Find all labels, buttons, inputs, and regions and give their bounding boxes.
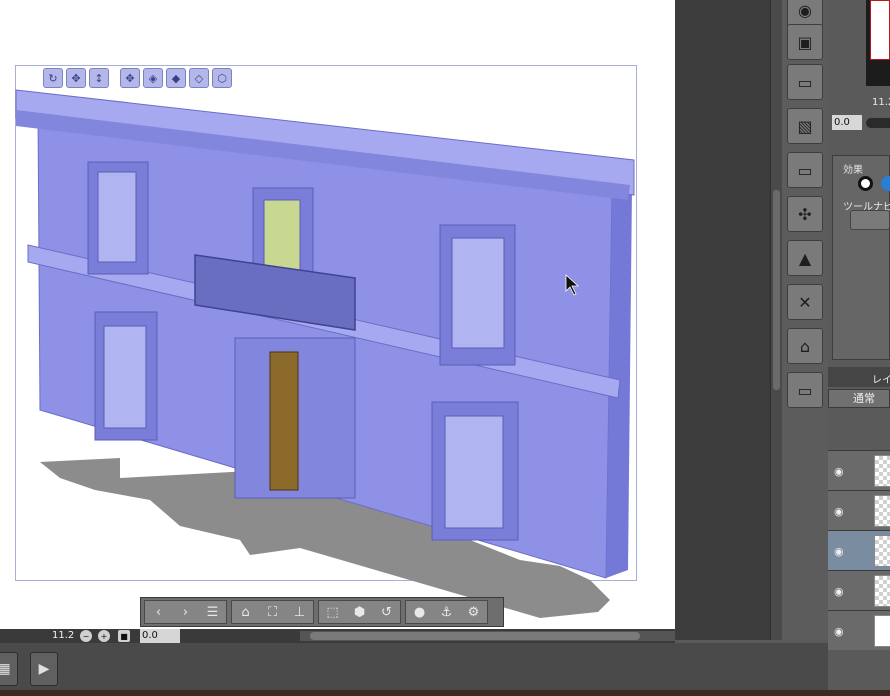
layer-panel-header: レイ (828, 367, 890, 387)
ground-icon[interactable]: ⊥ (286, 601, 313, 623)
zoom-in-icon[interactable]: + (98, 630, 110, 642)
scroll-thumb[interactable] (773, 190, 780, 390)
dolly-camera-icon[interactable]: ↕ (89, 68, 109, 88)
side-panel-gap (675, 0, 770, 640)
camera-icon[interactable]: ▶ (30, 652, 58, 686)
layer-thumbnail (874, 495, 890, 527)
fit-icon[interactable]: ⛶ (259, 601, 286, 623)
navigator-viewport[interactable] (870, 0, 890, 60)
scale-object-icon[interactable]: ⬡ (212, 68, 232, 88)
cube-icon[interactable]: ⬢ (346, 601, 373, 623)
navigator-angle-field[interactable]: 0.0 (832, 115, 862, 130)
launcher-group-camera: ⌂ ⛶ ⊥ (231, 600, 314, 624)
align-icon[interactable]: ⚙ (460, 601, 487, 623)
folder-icon[interactable]: ▭ (787, 152, 823, 188)
visibility-eye-icon[interactable]: ◉ (834, 465, 844, 478)
fit-screen-icon[interactable]: ■ (118, 630, 130, 642)
list-icon[interactable]: ☰ (199, 601, 226, 623)
folder-effect-icon[interactable]: ✣ (787, 196, 823, 232)
folder-icon[interactable]: ▭ (787, 372, 823, 408)
pan-camera-icon[interactable]: ✥ (66, 68, 86, 88)
layer-row-selected[interactable]: ◉ (828, 530, 890, 570)
visibility-eye-icon[interactable]: ◉ (834, 625, 844, 638)
move-object-icon[interactable]: ✥ (120, 68, 140, 88)
rotate-object-xy-icon[interactable]: ◆ (166, 68, 186, 88)
link-icon[interactable]: ⚓ (433, 601, 460, 623)
layer-row[interactable]: ◉ (828, 450, 890, 490)
camera-angle-icon[interactable]: ⌂ (232, 601, 259, 623)
effect-radio-on[interactable] (881, 176, 890, 191)
rotation-angle-field[interactable]: 0.0 (140, 629, 180, 643)
blend-mode-select[interactable]: 通常 (828, 389, 890, 408)
reset-icon[interactable]: ↺ (373, 601, 400, 623)
visibility-eye-icon[interactable]: ◉ (834, 585, 844, 598)
layer-tab-label[interactable]: レイ (872, 371, 890, 386)
zoom-value[interactable]: 11.2 (52, 629, 74, 643)
app-window: ↻ ✥ ↕ ✥ ◈ ◆ ◇ ⬡ ‹ › ☰ ⌂ ⛶ ⊥ ⬚ ⬢ ↺ ● ⚓ ⚙ (0, 0, 890, 696)
launcher-group-object: ⬚ ⬢ ↺ (318, 600, 401, 624)
visibility-eye-icon[interactable]: ◉ (834, 505, 844, 518)
material-tool-column: ◉ ▣ ▭ ▧ ▭ ✣ ▲ ✕ ⌂ ▭ (782, 0, 828, 640)
navigator-slider[interactable] (866, 118, 890, 128)
layer-thumbnail (874, 535, 890, 567)
layer-thumbnail (874, 455, 890, 487)
3d-building-model[interactable] (0, 0, 675, 632)
folder-icon[interactable]: ▭ (787, 64, 823, 100)
layer-row[interactable]: ◉ (828, 610, 890, 650)
entrance-door (269, 351, 299, 491)
folder-image-icon[interactable]: ▲ (787, 240, 823, 276)
image-icon[interactable]: ▣ (787, 24, 823, 60)
prev-icon[interactable]: ‹ (145, 601, 172, 623)
visibility-eye-icon[interactable]: ◉ (834, 545, 844, 558)
launcher-group-nav: ‹ › ☰ (144, 600, 227, 624)
layer-thumbnail (874, 575, 890, 607)
layer-row[interactable]: ◉ (828, 570, 890, 610)
frame-icon[interactable]: ▦ (0, 652, 18, 686)
effect-label: 効果 (843, 165, 863, 176)
layer-row[interactable]: ◉ (828, 490, 890, 530)
layer-thumbnail (874, 615, 890, 647)
navigator-zoom-value: 11.2 (872, 97, 890, 108)
object-launcher: ‹ › ☰ ⌂ ⛶ ⊥ ⬚ ⬢ ↺ ● ⚓ ⚙ (140, 597, 504, 627)
horizontal-scroll-thumb[interactable] (310, 632, 640, 640)
launcher-group-material: ● ⚓ ⚙ (405, 600, 488, 624)
canvas[interactable]: ↻ ✥ ↕ ✥ ◈ ◆ ◇ ⬡ (0, 0, 675, 632)
vertical-scrollbar[interactable] (770, 0, 782, 640)
next-icon[interactable]: › (172, 601, 199, 623)
rotate-camera-icon[interactable]: ↻ (43, 68, 63, 88)
rotate-object-icon[interactable]: ◈ (143, 68, 163, 88)
texture-icon[interactable]: ● (406, 601, 433, 623)
tool-navigator-button[interactable] (850, 210, 890, 230)
bottom-panel (0, 643, 828, 696)
effect-radio-off[interactable] (858, 176, 873, 191)
zoom-out-icon[interactable]: − (80, 630, 92, 642)
folder-lock-icon[interactable]: ⌂ (787, 328, 823, 364)
tool-property-panel: 効果 ツールナビゲ (832, 155, 890, 360)
folder-transform-icon[interactable]: ▧ (787, 108, 823, 144)
desktop-edge (0, 690, 890, 696)
rotate-object-z-icon[interactable]: ◇ (189, 68, 209, 88)
folder-3d-icon[interactable]: ✕ (787, 284, 823, 320)
select-icon[interactable]: ⬚ (319, 601, 346, 623)
